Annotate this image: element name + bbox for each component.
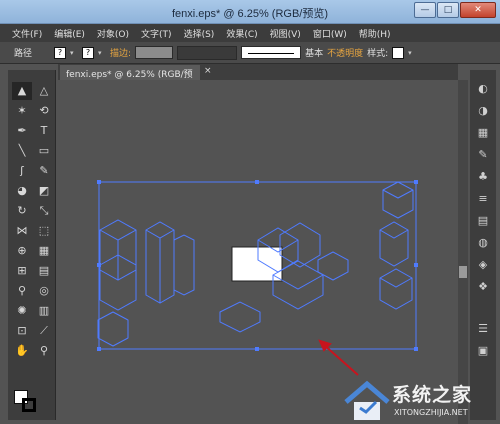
watermark: 系统之家 XITONGZHIJIA.NET <box>340 376 500 424</box>
watermark-url: XITONGZHIJIA.NET <box>394 408 468 417</box>
style-dropdown-icon[interactable]: ▾ <box>408 47 416 59</box>
close-button[interactable]: ✕ <box>460 2 496 18</box>
selection-type-label: 路径 <box>14 49 33 59</box>
stroke-weight-field[interactable] <box>135 46 174 59</box>
hand-icon[interactable]: ✋ <box>12 342 32 360</box>
graphic-style-swatch[interactable] <box>392 46 405 59</box>
menu-help[interactable]: 帮助(H) <box>353 27 397 40</box>
slice-icon[interactable]: ⟋ <box>34 322 54 340</box>
eyedropper-icon[interactable]: ⚲ <box>12 282 32 300</box>
menu-edit[interactable]: 编辑(E) <box>48 27 91 40</box>
watermark-title: 系统之家 <box>392 384 473 406</box>
maximize-button[interactable]: □ <box>437 2 459 18</box>
brushes-icon[interactable]: ✎ <box>474 146 492 164</box>
window-titlebar: fenxi.eps* @ 6.25% (RGB/预览) — □ ✕ <box>0 0 500 24</box>
menu-bar: 文件(F) 编辑(E) 对象(O) 文字(T) 选择(S) 效果(C) 视图(V… <box>0 24 500 42</box>
gradient-icon[interactable]: ▤ <box>474 212 492 230</box>
rectangle-icon[interactable]: ▭ <box>34 142 54 160</box>
tools-panel: ▲ △ ✶ ⟲ ✒ T ╲ ▭ ʃ ✎ ◕ ◩ ↻ ⤡ ⋈ ⬚ ⊕ ▦ ⊞ ▤ ⚲ ◎ ✺ ▥ ⊡ ⟋ ✋ ⚲ <box>8 70 56 420</box>
style-label: 样式: <box>367 49 389 59</box>
stroke-icon[interactable]: ≡ <box>474 190 492 208</box>
free-transform-icon[interactable]: ⬚ <box>34 222 54 240</box>
canvas[interactable] <box>58 80 458 424</box>
symbols-icon[interactable]: ♣ <box>474 168 492 186</box>
selection-icon[interactable]: ▲ <box>12 82 32 100</box>
stroke-dropdown-icon[interactable]: ▾ <box>98 47 106 59</box>
fill-dropdown-icon[interactable]: ▾ <box>70 47 78 59</box>
zoom-icon[interactable]: ⚲ <box>34 342 54 360</box>
scale-icon[interactable]: ⤡ <box>34 202 54 220</box>
close-tab-icon[interactable]: × <box>204 66 212 76</box>
control-bar: 路径 ? ▾ ? ▾ 描边: 基本 不透明度 样式: ▾ <box>0 42 500 64</box>
blob-brush-icon[interactable]: ◕ <box>12 182 32 200</box>
menu-view[interactable]: 视图(V) <box>264 27 307 40</box>
tool-grid: ▲ △ ✶ ⟲ ✒ T ╲ ▭ ʃ ✎ ◕ ◩ ↻ ⤡ ⋈ ⬚ ⊕ ▦ ⊞ ▤ ⚲ ◎ ✺ ▥ ⊡ ⟋ ✋ ⚲ <box>12 82 54 360</box>
variable-width-profile-select[interactable] <box>177 45 238 60</box>
paintbrush-icon[interactable]: ʃ <box>12 162 32 180</box>
direct-selection-icon[interactable]: △ <box>34 82 54 100</box>
blend-icon[interactable]: ◎ <box>34 282 54 300</box>
shape-builder-icon[interactable]: ⊕ <box>12 242 32 260</box>
transparency-icon[interactable]: ◍ <box>474 234 492 252</box>
menu-type[interactable]: 文字(T) <box>135 27 178 40</box>
brush-label: 基本 <box>305 49 324 59</box>
stroke-swatch[interactable]: ? <box>82 46 95 59</box>
eraser-icon[interactable]: ◩ <box>34 182 54 200</box>
perspective-icon[interactable]: ▦ <box>34 242 54 260</box>
lasso-icon[interactable]: ⟲ <box>34 102 54 120</box>
swatches-icon[interactable]: ▦ <box>474 124 492 142</box>
artboard-icon[interactable]: ⊡ <box>12 322 32 340</box>
mesh-icon[interactable]: ⊞ <box>12 262 32 280</box>
fill-swatch[interactable]: ? <box>54 46 67 59</box>
type-icon[interactable]: T <box>34 122 54 140</box>
gradient-icon[interactable]: ▤ <box>34 262 54 280</box>
appearance-icon[interactable]: ◈ <box>474 256 492 274</box>
menu-effect[interactable]: 效果(C) <box>220 27 263 40</box>
vertical-scrollbar[interactable] <box>458 80 468 424</box>
house-logo-icon <box>344 380 390 420</box>
graph-icon[interactable]: ▥ <box>34 302 54 320</box>
magic-wand-icon[interactable]: ✶ <box>12 102 32 120</box>
artwork-svg <box>97 180 418 376</box>
pen-icon[interactable]: ✒ <box>12 122 32 140</box>
artboards-icon[interactable]: ▣ <box>474 342 492 360</box>
brush-definition-preview[interactable] <box>241 46 302 59</box>
opacity-label[interactable]: 不透明度 <box>327 46 363 59</box>
line-icon[interactable]: ╲ <box>12 142 32 160</box>
menu-select[interactable]: 选择(S) <box>178 27 221 40</box>
menu-object[interactable]: 对象(O) <box>91 27 135 40</box>
menu-window[interactable]: 窗口(W) <box>307 27 353 40</box>
annotation-arrow <box>318 339 359 376</box>
color-icon[interactable]: ◐ <box>474 80 492 98</box>
layers-icon[interactable]: ☰ <box>474 320 492 338</box>
stroke-color-box[interactable] <box>22 398 36 412</box>
scrollbar-thumb[interactable] <box>459 266 467 278</box>
stroke-label[interactable]: 描边: <box>110 46 131 59</box>
symbol-sprayer-icon[interactable]: ✺ <box>12 302 32 320</box>
minimize-button[interactable]: — <box>414 2 436 18</box>
right-panel-dock: ◐ ◑ ▦ ✎ ♣ ≡ ▤ ◍ ◈ ❖ ☰ ▣ <box>470 70 496 420</box>
rotate-icon[interactable]: ↻ <box>12 202 32 220</box>
graphic-styles-icon[interactable]: ❖ <box>474 278 492 296</box>
document-tab[interactable]: fenxi.eps* @ 6.25% (RGB/预览) <box>60 65 200 93</box>
color-guide-icon[interactable]: ◑ <box>474 102 492 120</box>
width-icon[interactable]: ⋈ <box>12 222 32 240</box>
document-tab-bar: fenxi.eps* @ 6.25% (RGB/预览) × <box>58 64 458 93</box>
window-controls: — □ ✕ <box>414 2 496 18</box>
menu-file[interactable]: 文件(F) <box>6 27 48 40</box>
pencil-icon[interactable]: ✎ <box>34 162 54 180</box>
